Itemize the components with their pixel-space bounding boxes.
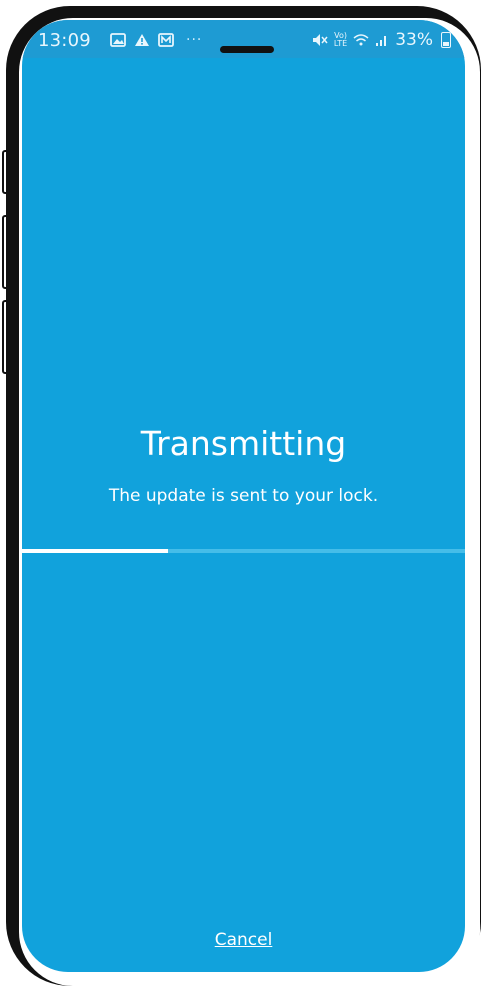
status-time: 13:09 <box>38 30 91 51</box>
more-notifications-icon: ··· <box>186 32 203 48</box>
mute-icon <box>312 34 328 46</box>
image-icon <box>110 33 126 47</box>
battery-icon <box>441 32 451 48</box>
volte-icon: Vo) LTE <box>333 31 348 48</box>
cancel-link[interactable]: Cancel <box>22 930 465 950</box>
phone-screen: 13:09 ··· Vo) LTE 33% Transmitting The u… <box>22 20 465 972</box>
camera-notch <box>220 46 274 53</box>
wifi-icon <box>353 34 369 46</box>
warning-icon <box>135 34 149 46</box>
system-icons: Vo) LTE 33% <box>312 30 451 50</box>
battery-percent: 33% <box>395 30 433 50</box>
gallery-icon <box>158 33 174 47</box>
status-bar: 13:09 ··· Vo) LTE 33% <box>22 20 465 58</box>
notification-icons: ··· <box>110 32 202 48</box>
progress-bar <box>22 549 465 553</box>
page-title: Transmitting <box>140 424 347 463</box>
progress-bar-fill <box>22 549 169 553</box>
screenshot-canvas: 13:09 ··· Vo) LTE 33% Transmitting The u… <box>0 0 487 992</box>
status-message: The update is sent to your lock. <box>108 486 379 506</box>
signal-icon <box>376 36 387 46</box>
